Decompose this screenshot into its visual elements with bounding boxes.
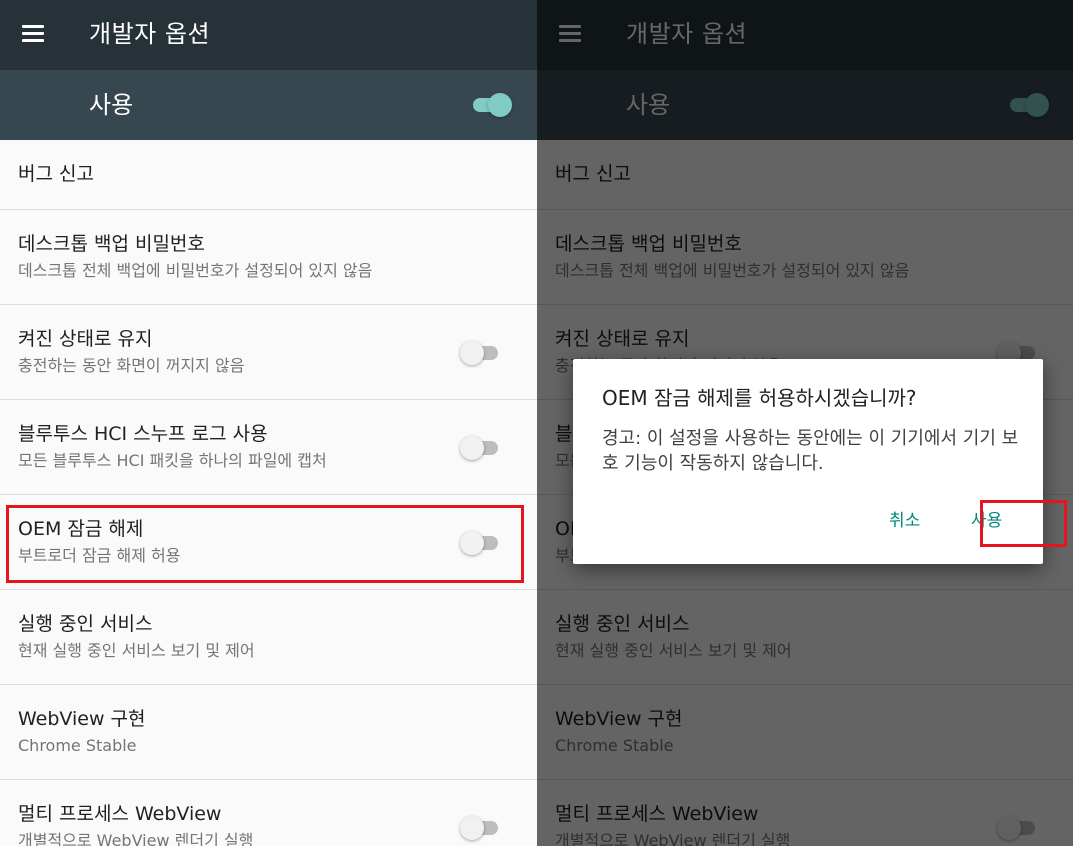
cancel-button[interactable]: 취소 <box>889 509 920 533</box>
settings-row[interactable]: 버그 신고 <box>0 140 537 210</box>
settings-row-title: 켜진 상태로 유지 <box>18 328 153 350</box>
dialog-message: 경고: 이 설정을 사용하는 동안에는 이 기기에서 기기 보호 기능이 작동하… <box>602 428 1019 474</box>
master-switch-bar[interactable]: 사용 <box>0 70 537 140</box>
master-switch-label: 사용 <box>89 91 134 119</box>
hamburger-menu-icon[interactable] <box>22 25 44 43</box>
settings-row-toggle[interactable] <box>460 815 502 841</box>
settings-row[interactable]: 멀티 프로세스 WebView 개별적으로 WebView 렌더기 실행 <box>0 780 537 846</box>
settings-row-subtitle: 현재 실행 중인 서비스 보기 및 제어 <box>18 641 255 660</box>
right-panel: 개발자 옵션 사용 버그 신고데스크톱 백업 비밀번호데스크톱 전체 백업에 비… <box>537 0 1073 846</box>
master-toggle[interactable] <box>471 92 513 118</box>
page-title: 개발자 옵션 <box>89 20 211 48</box>
confirm-dialog: OEM 잠금 해제를 허용하시겠습니까? 경고: 이 설정을 사용하는 동안에는… <box>573 359 1067 564</box>
left-panel: 개발자 옵션 사용 버그 신고데스크톱 백업 비밀번호데스크톱 전체 백업에 비… <box>0 0 537 846</box>
settings-row-subtitle: 데스크톱 전체 백업에 비밀번호가 설정되어 있지 않음 <box>18 261 373 280</box>
settings-row-subtitle: 개별적으로 WebView 렌더기 실행 <box>18 831 254 846</box>
settings-row-title: 데스크톱 백업 비밀번호 <box>18 233 205 255</box>
settings-row[interactable]: 데스크톱 백업 비밀번호데스크톱 전체 백업에 비밀번호가 설정되어 있지 않음 <box>0 210 537 305</box>
settings-row-subtitle: 모든 블루투스 HCI 패킷을 하나의 파일에 캡처 <box>18 451 327 470</box>
settings-row[interactable]: 켜진 상태로 유지충전하는 동안 화면이 꺼지지 않음 <box>0 305 537 400</box>
settings-row-title: 실행 중인 서비스 <box>18 613 153 635</box>
oem-unlock-highlight-box <box>6 505 524 583</box>
confirm-highlight-box <box>980 500 1067 547</box>
settings-row-subtitle: 충전하는 동안 화면이 꺼지지 않음 <box>18 356 245 375</box>
settings-row[interactable]: 실행 중인 서비스현재 실행 중인 서비스 보기 및 제어 <box>0 590 537 685</box>
settings-row-toggle[interactable] <box>460 435 502 461</box>
settings-row-title: WebView 구현 <box>18 708 146 730</box>
settings-row[interactable]: 블루투스 HCI 스누프 로그 사용모든 블루투스 HCI 패킷을 하나의 파일… <box>0 400 537 495</box>
dialog-title: OEM 잠금 해제를 허용하시겠습니까? <box>602 386 917 410</box>
settings-row-title: 멀티 프로세스 WebView <box>18 803 222 825</box>
app-bar: 개발자 옵션 <box>0 0 537 70</box>
settings-row[interactable]: WebView 구현 Chrome Stable <box>0 685 537 780</box>
settings-row-subtitle: Chrome Stable <box>18 736 137 755</box>
settings-row-toggle[interactable] <box>460 340 502 366</box>
settings-row-title: 블루투스 HCI 스누프 로그 사용 <box>18 423 268 445</box>
settings-row-title: 버그 신고 <box>18 163 94 185</box>
